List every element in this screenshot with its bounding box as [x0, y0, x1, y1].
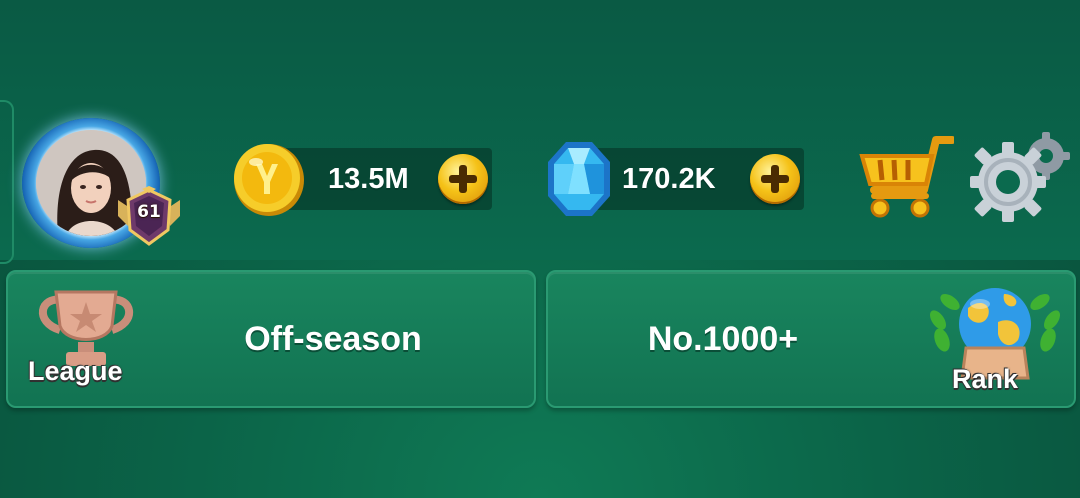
league-status: Off-season — [244, 320, 422, 358]
add-gems-button[interactable] — [750, 154, 800, 204]
rank-value: No.1000+ — [647, 320, 799, 358]
side-tab[interactable] — [0, 100, 14, 264]
level-number: 61 — [137, 202, 161, 222]
player-avatar-group[interactable]: 61 — [18, 116, 190, 256]
coins-value: 13.5M — [328, 163, 409, 195]
level-badge: 61 — [114, 186, 184, 248]
gems-value: 170.2K — [622, 163, 716, 195]
coins-pill: 13.5M — [280, 148, 492, 210]
coin-icon — [232, 142, 306, 218]
shop-cart-icon[interactable] — [854, 132, 956, 222]
add-coins-button[interactable] — [438, 154, 488, 204]
rank-label: Rank — [952, 364, 1019, 394]
settings-gear-icon[interactable] — [966, 126, 1072, 226]
gems-pill: 170.2K — [594, 148, 804, 210]
gem-icon — [546, 140, 612, 218]
league-label: League — [28, 356, 123, 386]
